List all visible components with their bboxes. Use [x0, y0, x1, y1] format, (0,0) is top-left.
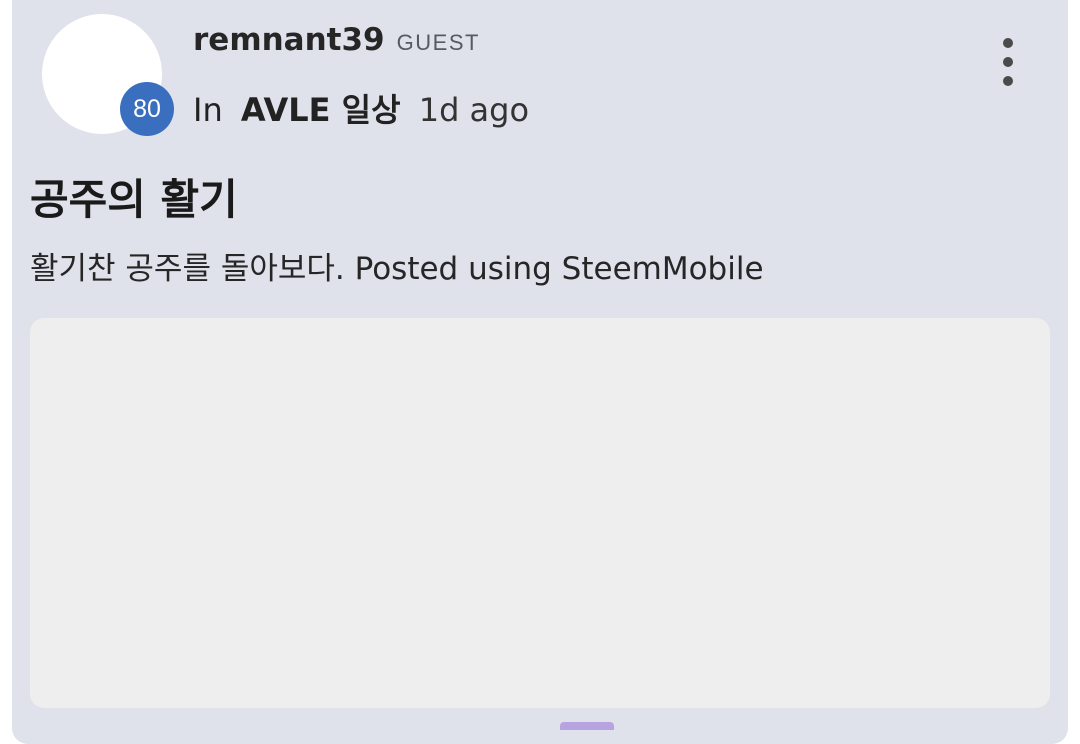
community-link[interactable]: AVLE 일상 — [241, 91, 401, 129]
post-title[interactable]: 공주의 활기 — [30, 166, 238, 227]
scroll-indicator — [560, 722, 614, 730]
more-options-button[interactable] — [990, 38, 1026, 86]
post-time: 1d ago — [418, 91, 530, 129]
in-label: In — [193, 91, 223, 129]
more-vertical-icon — [1003, 38, 1013, 48]
post-meta: In AVLE 일상 1d ago — [193, 85, 529, 131]
more-vertical-icon — [1003, 76, 1013, 86]
post-image[interactable] — [30, 318, 1050, 708]
author-role-badge: GUEST — [396, 30, 480, 55]
author-row: remnant39 GUEST — [193, 22, 480, 58]
post-summary[interactable]: 활기찬 공주를 돌아보다. Posted using SteemMobile — [30, 243, 764, 288]
more-vertical-icon — [1003, 57, 1013, 67]
reputation-badge: 80 — [120, 82, 174, 136]
author-name[interactable]: remnant39 — [193, 22, 385, 58]
